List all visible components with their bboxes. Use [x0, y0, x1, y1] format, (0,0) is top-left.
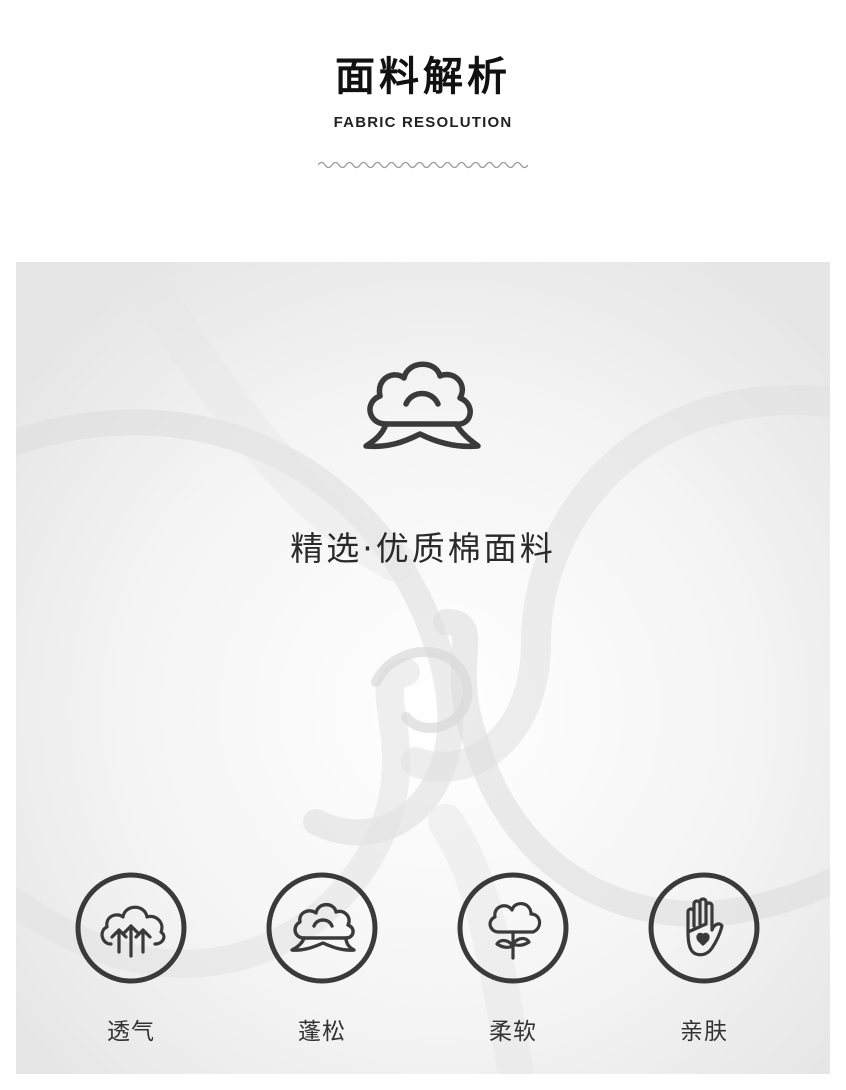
feature-label: 蓬松 — [298, 1019, 346, 1045]
cloud-arrows-icon — [75, 872, 187, 984]
hand-heart-icon — [648, 872, 760, 984]
page-title: 面料解析 — [335, 54, 511, 100]
page-subtitle: FABRIC RESOLUTION — [333, 114, 513, 131]
cotton-boll-icon — [363, 361, 481, 450]
fabric-photo: 精选·优质棉面料 透气 蓬松 柔软 亲肤 — [16, 262, 830, 1074]
feature-skin-friendly: 亲肤 — [634, 872, 774, 1052]
feature-fluffy: 蓬松 — [252, 872, 392, 1052]
page-header: 面料解析 FABRIC RESOLUTION — [0, 0, 846, 240]
feature-soft: 柔软 — [443, 872, 583, 1052]
cotton-flower-icon — [457, 872, 569, 984]
feature-label: 柔软 — [489, 1019, 537, 1045]
feature-label: 亲肤 — [680, 1019, 728, 1045]
cotton-boll-icon — [266, 872, 378, 984]
hero-headline: 精选·优质棉面料 — [290, 529, 556, 568]
feature-label: 透气 — [107, 1019, 155, 1045]
wave-divider — [318, 161, 528, 169]
feature-breathable: 透气 — [61, 872, 201, 1052]
